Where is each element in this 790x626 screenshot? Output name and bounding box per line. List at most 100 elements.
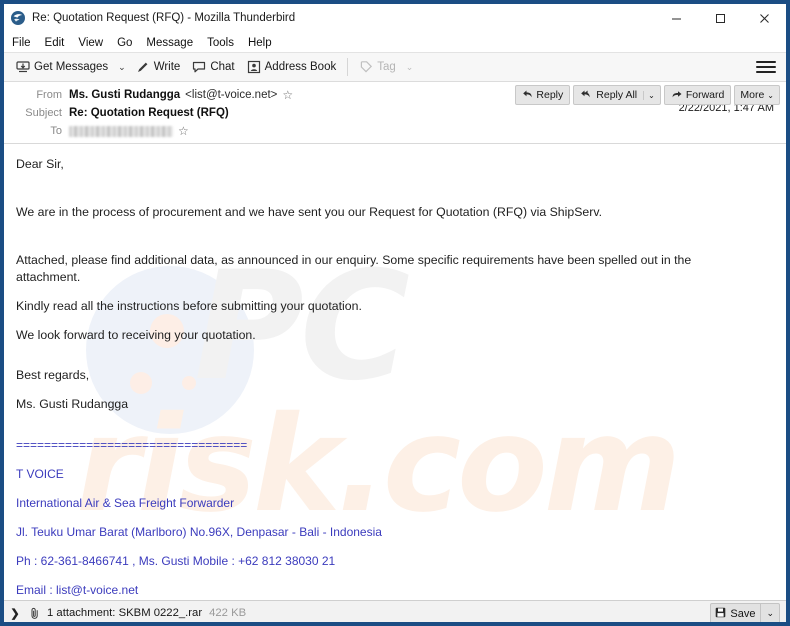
more-label: More	[740, 89, 765, 101]
menu-item-edit[interactable]: Edit	[45, 37, 65, 49]
main-toolbar: Get Messages ⌄ Write Chat Address Book T…	[4, 53, 786, 82]
tag-icon	[359, 60, 373, 74]
chat-label: Chat	[210, 61, 235, 73]
tag-dropdown-caret[interactable]: ⌄	[402, 62, 418, 73]
paperclip-icon	[29, 607, 41, 620]
write-button[interactable]: Write	[130, 56, 187, 78]
chat-button[interactable]: Chat	[186, 56, 240, 78]
reply-all-arrow-icon	[580, 89, 593, 102]
body-greeting: Dear Sir,	[16, 157, 64, 171]
toolbar-separator	[347, 58, 349, 76]
attachment-bar: ❯ 1 attachment: SKBM 0222_.rar 422 KB Sa…	[4, 600, 786, 622]
get-messages-icon	[16, 60, 30, 74]
reply-all-caret[interactable]: ⌄	[643, 90, 656, 100]
from-name[interactable]: Ms. Gusti Rudangga	[69, 89, 180, 101]
signature-phone: Ph : 62-361-8466741 , Ms. Gusti Mobile :…	[16, 553, 336, 568]
star-icon-to[interactable]: ☆	[178, 125, 189, 137]
signature-block: ================================= T VOIC…	[16, 436, 772, 600]
attachment-size: 422 KB	[209, 607, 247, 619]
from-label: From	[36, 89, 62, 101]
attachment-label[interactable]: 1 attachment: SKBM 0222_.rar	[47, 607, 202, 619]
address-book-label: Address Book	[264, 61, 337, 73]
message-body-text: Dear Sir, We are in the process of procu…	[4, 144, 786, 600]
body-sender-name: Ms. Gusti Rudangga	[16, 396, 129, 411]
menu-item-message[interactable]: Message	[146, 37, 193, 49]
maximize-button[interactable]	[698, 4, 742, 32]
body-paragraph-1: We are in the process of procurement and…	[16, 204, 602, 219]
reply-button[interactable]: Reply	[515, 85, 571, 105]
subject-value: Re: Quotation Request (RFQ)	[69, 107, 229, 119]
reply-arrow-icon	[522, 89, 533, 102]
get-messages-label: Get Messages	[34, 61, 109, 73]
save-dropdown-caret[interactable]: ⌄	[761, 608, 779, 619]
to-value: ☆	[69, 125, 189, 137]
save-disk-icon	[715, 607, 726, 621]
window-title: Re: Quotation Request (RFQ) - Mozilla Th…	[32, 12, 296, 24]
tag-label: Tag	[377, 61, 396, 73]
save-button-label-wrap: Save	[711, 607, 760, 621]
app-menu-icon[interactable]	[756, 57, 776, 77]
menu-item-view[interactable]: View	[78, 37, 103, 49]
signature-divider-top: =================================	[16, 437, 248, 452]
close-button[interactable]	[742, 4, 786, 32]
message-actions-toolbar: Reply Reply All ⌄ Forward More ⌄	[515, 85, 780, 105]
tag-button[interactable]: Tag	[353, 56, 402, 78]
address-book-button[interactable]: Address Book	[241, 56, 343, 78]
menu-item-help[interactable]: Help	[248, 37, 272, 49]
window-controls	[654, 4, 786, 32]
more-caret: ⌄	[767, 90, 774, 100]
subject-label: Subject	[25, 107, 62, 119]
get-messages-dropdown-caret[interactable]: ⌄	[114, 62, 130, 73]
write-label: Write	[153, 61, 181, 73]
save-label: Save	[730, 607, 756, 620]
menu-item-go[interactable]: Go	[117, 37, 132, 49]
to-address-redacted	[69, 125, 173, 137]
signature-email: Email : list@t-voice.net	[16, 582, 139, 597]
forward-arrow-icon	[671, 89, 683, 102]
message-body-area: PC risk.com Dear Sir, We are in the proc…	[4, 144, 786, 600]
menu-item-file[interactable]: File	[12, 37, 31, 49]
forward-label: Forward	[685, 89, 725, 101]
attachment-expand-twisty[interactable]: ❯	[10, 607, 20, 620]
body-paragraph-4: We look forward to receiving your quotat…	[16, 328, 256, 343]
to-label: To	[50, 125, 62, 137]
get-messages-button[interactable]: Get Messages	[10, 56, 114, 78]
minimize-button[interactable]	[654, 4, 698, 32]
chat-bubble-icon	[192, 60, 206, 74]
star-icon-from[interactable]: ☆	[282, 89, 293, 101]
body-paragraph-3: Kindly read all the instructions before …	[16, 299, 362, 314]
thunderbird-window: Re: Quotation Request (RFQ) - Mozilla Th…	[0, 0, 790, 626]
address-book-icon	[247, 60, 261, 74]
menu-bar: File Edit View Go Message Tools Help	[4, 33, 786, 53]
reply-all-label: Reply All	[596, 89, 638, 101]
menu-item-tools[interactable]: Tools	[207, 37, 234, 49]
body-paragraph-2-line-1: Attached, please find additional data, a…	[16, 252, 692, 267]
body-paragraph-2-line-2: attachment.	[16, 270, 81, 285]
subject-row: Subject Re: Quotation Request (RFQ)	[4, 104, 786, 122]
pencil-icon	[136, 60, 150, 74]
forward-button[interactable]: Forward	[663, 85, 732, 105]
signature-address: Jl. Teuku Umar Barat (Marlboro) No.96X, …	[16, 524, 382, 539]
thunderbird-icon	[10, 10, 26, 26]
signature-tagline: International Air & Sea Freight Forwarde…	[16, 495, 235, 510]
from-address[interactable]: <list@t-voice.net>	[185, 89, 277, 101]
more-button[interactable]: More ⌄	[734, 85, 780, 105]
reply-all-button[interactable]: Reply All ⌄	[573, 85, 661, 105]
title-bar: Re: Quotation Request (RFQ) - Mozilla Th…	[4, 4, 786, 33]
from-value: Ms. Gusti Rudangga <list@t-voice.net> ☆	[69, 89, 293, 101]
to-row: To ☆	[4, 122, 786, 140]
signature-company: T VOICE	[16, 466, 64, 481]
save-attachment-button[interactable]: Save ⌄	[710, 603, 780, 622]
